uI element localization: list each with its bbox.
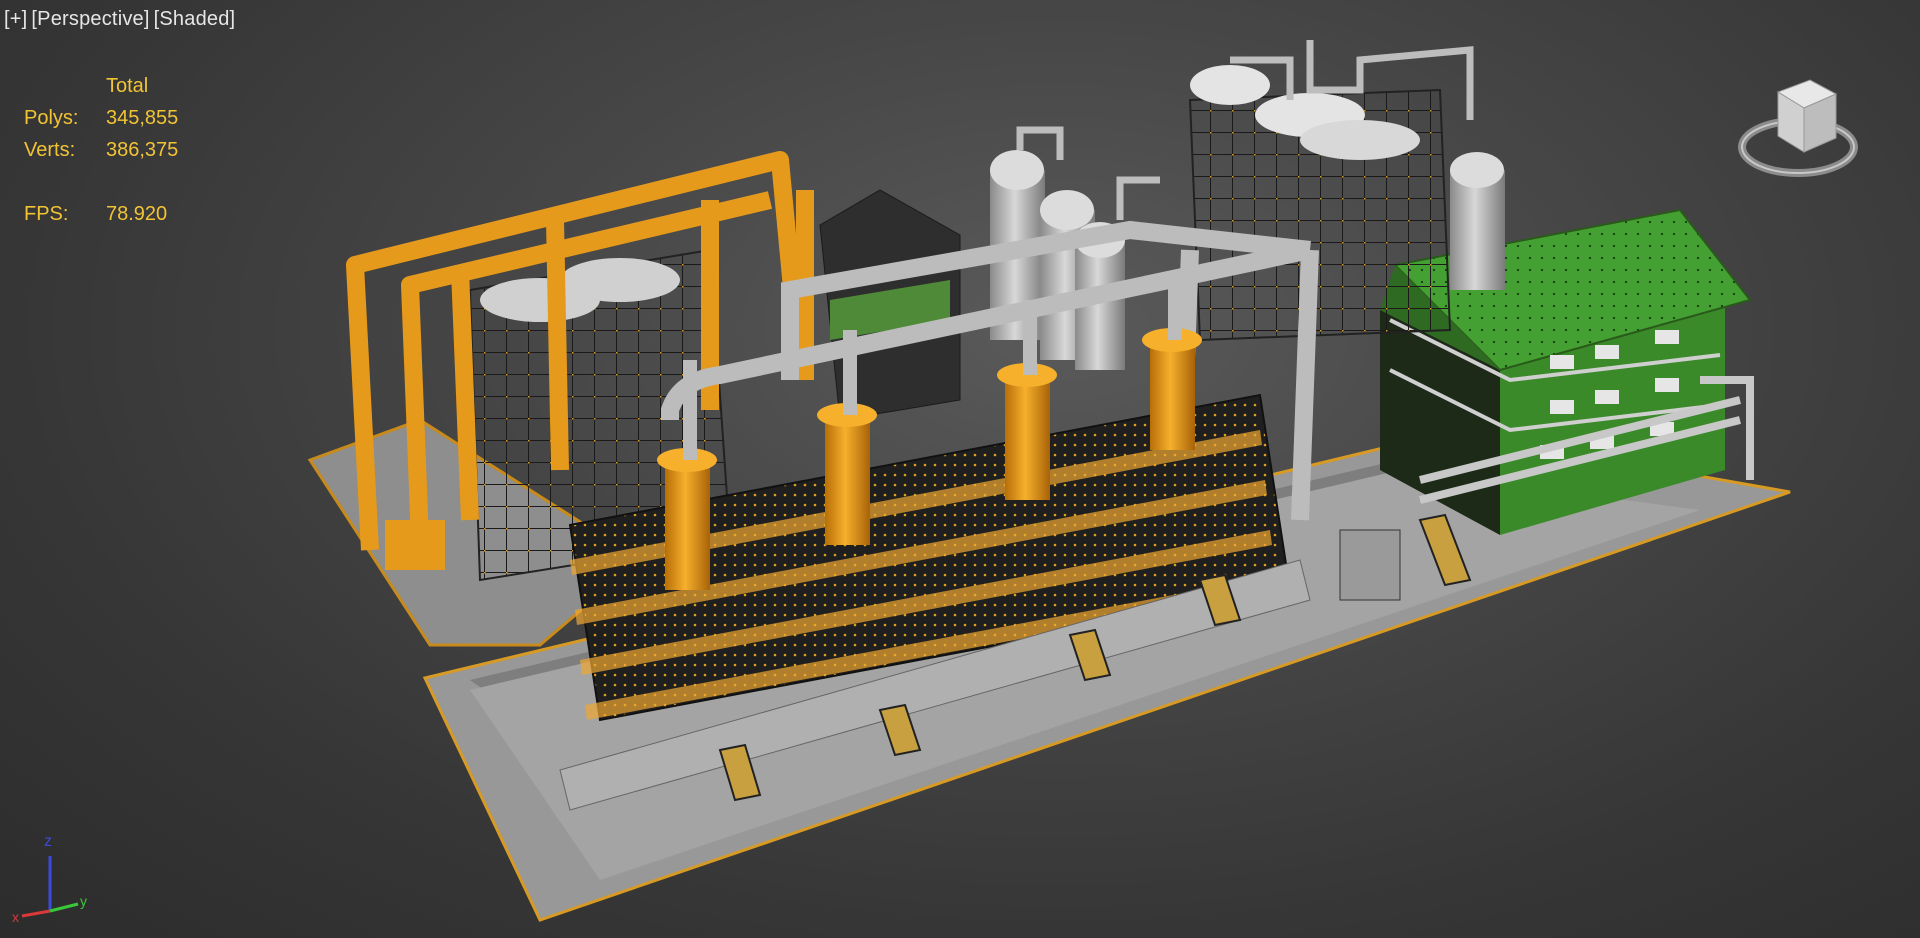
polys-value: 345,855 [106, 106, 179, 129]
axis-gizmo-icon: z x y [12, 833, 87, 925]
axis-y-label: y [80, 893, 87, 909]
industrial-plant-model[interactable] [0, 0, 1920, 938]
axis-x-label: x [12, 909, 19, 925]
3d-viewport[interactable]: [+] [Perspective] [Shaded] Total Polys: … [0, 0, 1920, 938]
fps-value: 78.920 [106, 202, 168, 225]
statistics-overlay: Total Polys: 345,855 Verts: 386,375 FPS:… [24, 70, 226, 230]
viewcube-icon[interactable] [1738, 62, 1858, 192]
verts-label: Verts: [24, 138, 76, 161]
back-scaffold-tower [1188, 40, 1474, 342]
polys-label: Polys: [24, 106, 79, 129]
viewport-point-of-view-menu[interactable]: [Perspective] [31, 8, 149, 31]
axis-z-label: z [44, 833, 52, 850]
verts-value: 386,375 [106, 138, 179, 161]
fps-label: FPS: [24, 202, 69, 225]
stats-header-total: Total [106, 74, 149, 97]
viewport-label-bar: [+] [Perspective] [Shaded] [4, 8, 235, 31]
viewport-shading-menu[interactable]: [Shaded] [154, 8, 236, 31]
viewport-menu-plus[interactable]: [+] [4, 8, 27, 31]
